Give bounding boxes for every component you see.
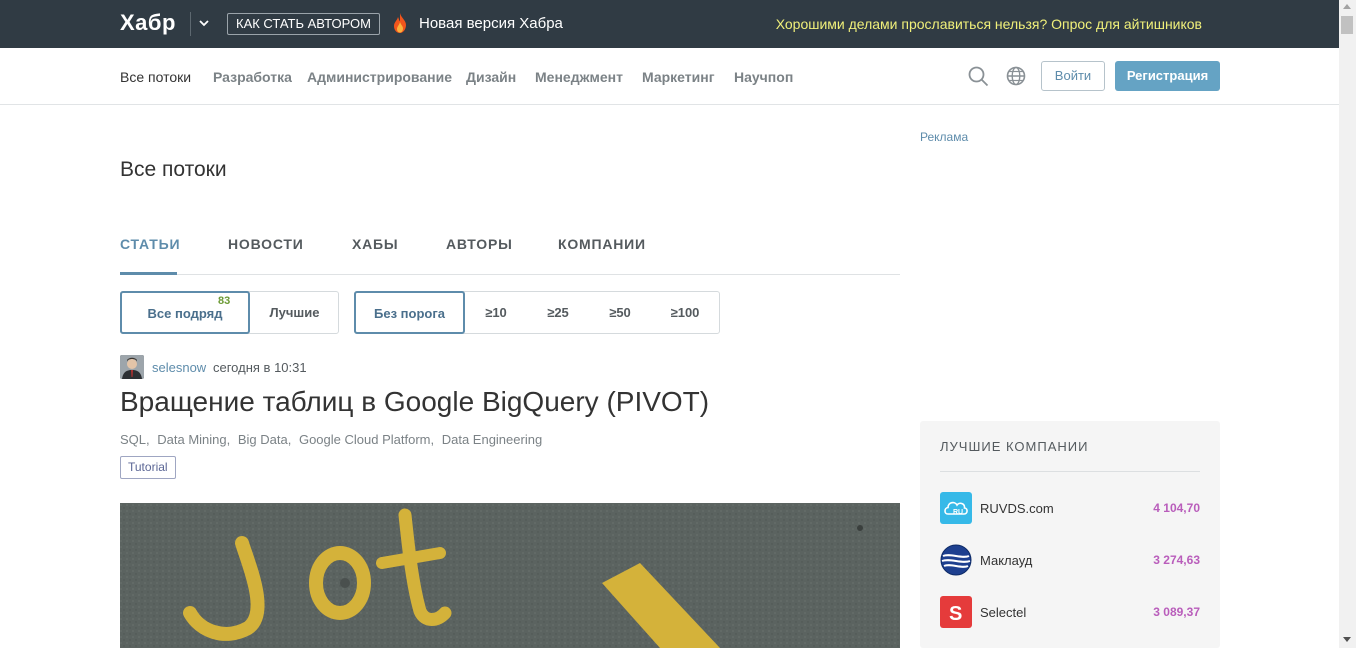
ruvds-logo: RU <box>940 492 972 524</box>
post-cover-image[interactable] <box>120 503 900 648</box>
filter-threshold-25[interactable]: ≥25 <box>527 292 589 333</box>
filter-all[interactable]: Все подряд 83 <box>120 291 250 334</box>
tutorial-badge: Tutorial <box>120 456 176 479</box>
post-title[interactable]: Вращение таблиц в Google BigQuery (PIVOT… <box>120 386 709 418</box>
post-time: сегодня в 10:31 <box>213 360 307 375</box>
flows-nav: Все потоки Разработка Администрирование … <box>0 48 1339 105</box>
company-name[interactable]: Selectel <box>980 605 1026 620</box>
promo-link[interactable]: Хорошими делами прославиться нельзя? Опр… <box>776 16 1202 32</box>
nav-item-management[interactable]: Менеджмент <box>535 69 623 85</box>
nav-item-development[interactable]: Разработка <box>213 69 292 85</box>
content-tabs: СТАТЬИ НОВОСТИ ХАБЫ АВТОРЫ КОМПАНИИ <box>120 236 900 275</box>
company-rating: 3 274,63 <box>1153 553 1200 567</box>
ad-label: Реклама <box>920 130 969 144</box>
nav-item-marketing[interactable]: Маркетинг <box>642 69 715 85</box>
new-version-link[interactable]: Новая версия Хабра <box>419 15 563 32</box>
tab-news[interactable]: НОВОСТИ <box>228 236 304 252</box>
filter-threshold-100[interactable]: ≥100 <box>651 292 719 333</box>
new-count-badge: 83 <box>218 295 231 307</box>
scrollbar[interactable] <box>1339 0 1356 648</box>
svg-text:S: S <box>949 603 962 625</box>
top-companies-widget: ЛУЧШИЕ КОМПАНИИ RU RUVDS.com 4 104,70 Ма… <box>920 421 1220 648</box>
chevron-down-icon <box>199 20 209 27</box>
company-name[interactable]: Маклауд <box>980 553 1032 568</box>
sort-filter-group: Все подряд 83 Лучшие <box>120 291 339 334</box>
fire-icon <box>391 13 409 33</box>
filter-no-threshold[interactable]: Без порога <box>354 291 465 334</box>
scroll-thumb[interactable] <box>1341 16 1353 34</box>
hub-link[interactable]: Data Mining, <box>157 432 230 447</box>
company-item[interactable]: S Selectel 3 089,37 <box>940 596 1200 628</box>
active-tab-indicator <box>120 272 177 275</box>
tab-companies[interactable]: КОМПАНИИ <box>558 236 646 252</box>
hub-link[interactable]: SQL, <box>120 432 150 447</box>
nav-item-all-flows[interactable]: Все потоки <box>120 69 191 85</box>
company-name[interactable]: RUVDS.com <box>980 501 1054 516</box>
filter-all-label: Все подряд <box>147 306 223 321</box>
hub-link[interactable]: Google Cloud Platform, <box>299 432 434 447</box>
post-hubs: SQL, Data Mining, Big Data, Google Cloud… <box>120 432 546 447</box>
filter-threshold-10[interactable]: ≥10 <box>465 292 527 333</box>
filter-best[interactable]: Лучшие <box>250 292 339 333</box>
company-rating: 4 104,70 <box>1153 501 1200 515</box>
habr-logo[interactable]: Хабр <box>120 10 176 36</box>
company-item[interactable]: Маклауд 3 274,63 <box>940 544 1200 576</box>
tab-hubs[interactable]: ХАБЫ <box>352 236 398 252</box>
nav-item-administration[interactable]: Администрирование <box>307 69 452 85</box>
author-username[interactable]: selesnow <box>152 360 206 375</box>
avatar[interactable] <box>120 355 144 379</box>
scroll-up-arrow-icon[interactable] <box>1343 4 1351 9</box>
scroll-down-arrow-icon[interactable] <box>1343 637 1351 642</box>
mcloud-logo <box>940 544 972 576</box>
widget-title: ЛУЧШИЕ КОМПАНИИ <box>940 439 1089 454</box>
top-bar: Хабр КАК СТАТЬ АВТОРОМ Новая версия Хабр… <box>0 0 1339 48</box>
hub-link[interactable]: Data Engineering <box>442 432 542 447</box>
services-menu-toggle[interactable] <box>190 12 217 36</box>
tab-authors[interactable]: АВТОРЫ <box>446 236 513 252</box>
nav-item-design[interactable]: Дизайн <box>466 69 516 85</box>
page-title: Все потоки <box>120 158 227 181</box>
register-button[interactable]: Регистрация <box>1115 61 1220 91</box>
tab-articles[interactable]: СТАТЬИ <box>120 236 180 252</box>
nav-item-popsci[interactable]: Научпоп <box>734 69 793 85</box>
svg-text:RU: RU <box>953 509 963 516</box>
threshold-filter-group: Без порога ≥10 ≥25 ≥50 ≥100 <box>354 291 720 334</box>
company-rating: 3 089,37 <box>1153 605 1200 619</box>
divider <box>940 471 1200 472</box>
company-item[interactable]: RU RUVDS.com 4 104,70 <box>940 492 1200 524</box>
globe-icon[interactable] <box>1006 66 1026 86</box>
search-icon[interactable] <box>968 66 989 87</box>
hub-link[interactable]: Big Data, <box>238 432 291 447</box>
selectel-logo: S <box>940 596 972 628</box>
login-button[interactable]: Войти <box>1041 61 1105 91</box>
how-to-become-author-button[interactable]: КАК СТАТЬ АВТОРОМ <box>227 13 380 35</box>
filter-threshold-50[interactable]: ≥50 <box>589 292 651 333</box>
